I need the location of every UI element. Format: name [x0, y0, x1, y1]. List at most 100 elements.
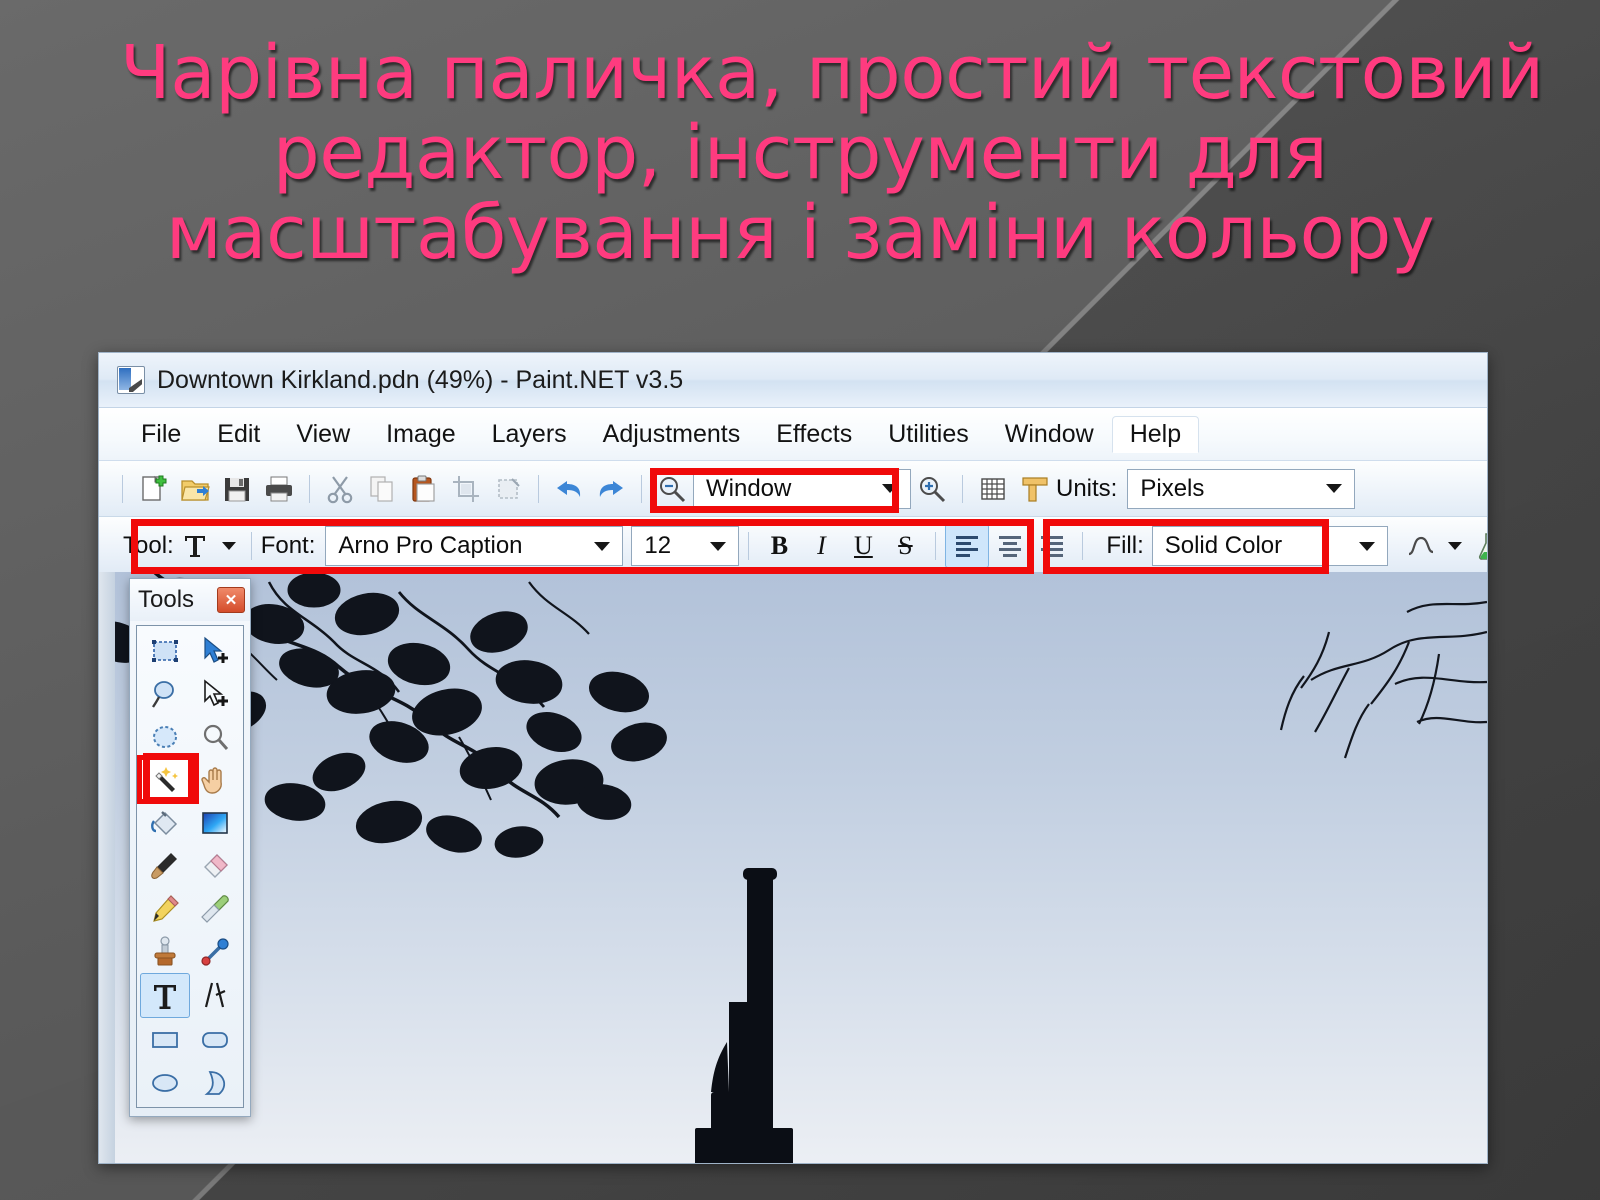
rounded-rectangle-shape-tool[interactable]	[190, 1018, 240, 1061]
freeform-shape-tool[interactable]	[190, 1061, 240, 1104]
font-family-value: Arno Pro Caption	[338, 532, 523, 559]
new-file-icon[interactable]	[132, 468, 174, 510]
ellipse-select-tool[interactable]	[140, 715, 190, 758]
paintnet-icon	[117, 366, 145, 394]
toolbar-separator	[309, 474, 310, 503]
paste-icon[interactable]	[403, 468, 445, 510]
antialiasing-icon[interactable]	[1400, 525, 1442, 567]
menu-image[interactable]: Image	[368, 416, 473, 453]
text-tool[interactable]	[140, 973, 190, 1018]
undo-icon[interactable]	[548, 468, 590, 510]
canvas-left-edge	[99, 572, 115, 1163]
recolor-tool[interactable]	[190, 930, 240, 973]
rectangle-shape-tool[interactable]	[140, 1018, 190, 1061]
page-title: Чарівна паличка, простий текстовий редак…	[120, 30, 1544, 276]
color-picker-tool[interactable]	[190, 887, 240, 930]
save-icon[interactable]	[216, 468, 258, 510]
crop-to-selection-icon[interactable]	[445, 468, 487, 510]
units-combo[interactable]: Pixels	[1127, 468, 1356, 509]
italic-button[interactable]: I	[800, 525, 842, 567]
fill-value: Solid Color	[1164, 532, 1283, 559]
zoom-level-combo[interactable]: Window	[693, 468, 911, 509]
text-tool-icon[interactable]	[174, 525, 216, 567]
chevron-down-icon[interactable]	[882, 484, 898, 493]
move-selection-tool[interactable]	[190, 672, 240, 715]
pencil-tool[interactable]	[140, 887, 190, 930]
window-titlebar: Downtown Kirkland.pdn (49%) - Paint.NET …	[99, 353, 1487, 408]
move-selected-pixels-tool[interactable]	[190, 629, 240, 672]
toolbar-separator	[1082, 532, 1084, 560]
fill-label: Fill:	[1106, 532, 1144, 559]
editor-body: Tools ✕	[99, 572, 1487, 1163]
menu-help[interactable]: Help	[1111, 415, 1200, 453]
zoom-in-icon[interactable]	[911, 468, 953, 510]
underline-button[interactable]: U	[842, 525, 884, 567]
font-label: Font:	[260, 532, 316, 559]
menu-effects[interactable]: Effects	[758, 416, 870, 453]
chevron-down-icon[interactable]	[1326, 484, 1343, 493]
chevron-down-icon[interactable]	[221, 542, 236, 550]
gradient-tool[interactable]	[190, 801, 240, 844]
zoom-out-icon[interactable]	[651, 468, 693, 510]
zoom-level-value: Window	[706, 474, 792, 502]
align-left-icon[interactable]	[945, 524, 990, 568]
font-size-combo[interactable]: 12	[631, 526, 740, 566]
zoom-tool[interactable]	[190, 715, 240, 758]
print-icon[interactable]	[258, 468, 300, 510]
paint-bucket-tool[interactable]	[140, 801, 190, 844]
menu-layers[interactable]: Layers	[474, 416, 585, 453]
paintbrush-tool[interactable]	[140, 844, 190, 887]
open-file-icon[interactable]	[174, 468, 216, 510]
toolbar-separator	[641, 474, 642, 503]
deselect-icon[interactable]	[487, 468, 529, 510]
fill-combo[interactable]: Solid Color	[1151, 526, 1388, 566]
tools-panel-title: Tools	[138, 586, 195, 613]
toolbar-separator	[962, 474, 963, 503]
menu-adjustments[interactable]: Adjustments	[585, 416, 759, 453]
rulers-icon[interactable]	[1014, 468, 1056, 510]
copy-icon[interactable]	[361, 468, 403, 510]
grid-icon[interactable]	[972, 468, 1014, 510]
page-title-line-1: Чарівна паличка, простий текстовий	[120, 30, 1544, 116]
menu-bar: File Edit View Image Layers Adjustments …	[99, 408, 1487, 461]
menu-utilities[interactable]: Utilities	[870, 416, 987, 453]
redo-icon[interactable]	[590, 468, 632, 510]
chevron-down-icon[interactable]	[710, 541, 727, 551]
window-title-text: Downtown Kirkland.pdn (49%) - Paint.NET …	[157, 365, 684, 394]
paintnet-window: Downtown Kirkland.pdn (49%) - Paint.NET …	[98, 352, 1488, 1164]
chevron-down-icon[interactable]	[1358, 541, 1375, 551]
tool-label: Tool:	[123, 532, 174, 559]
menu-file[interactable]: File	[123, 416, 199, 453]
close-icon[interactable]: ✕	[217, 587, 245, 613]
menu-view[interactable]: View	[278, 416, 368, 453]
clone-stamp-tool[interactable]	[140, 930, 190, 973]
line-curve-tool[interactable]	[190, 973, 240, 1016]
lasso-select-tool[interactable]	[140, 672, 190, 715]
magic-wand-tool[interactable]	[137, 755, 193, 804]
menu-window[interactable]: Window	[987, 416, 1112, 453]
strikethrough-button[interactable]: S	[884, 525, 926, 567]
page-title-line-2: редактор, інструменти для	[272, 109, 1328, 196]
bold-button[interactable]: B	[758, 525, 800, 567]
tools-panel-header: Tools ✕	[130, 579, 250, 621]
blend-mode-flask-icon[interactable]	[1468, 525, 1487, 567]
eraser-tool[interactable]	[190, 844, 240, 887]
toolbar-separator	[250, 532, 252, 560]
align-center-icon[interactable]	[989, 525, 1031, 567]
chevron-down-icon[interactable]	[1447, 542, 1462, 550]
menu-edit[interactable]: Edit	[199, 416, 278, 453]
pan-tool[interactable]	[190, 758, 240, 801]
image-canvas[interactable]	[99, 572, 1487, 1163]
ellipse-shape-tool[interactable]	[140, 1061, 190, 1104]
chevron-down-icon[interactable]	[594, 541, 611, 551]
slide-root: Чарівна паличка, простий текстовий редак…	[0, 0, 1600, 1200]
page-title-line-3: масштабування і заміни кольору	[165, 189, 1435, 276]
cut-icon[interactable]	[319, 468, 361, 510]
font-family-combo[interactable]: Arno Pro Caption	[325, 526, 624, 566]
tools-panel: Tools ✕	[129, 578, 251, 1117]
font-size-value: 12	[644, 532, 672, 559]
units-label: Units:	[1056, 474, 1118, 502]
text-tool-options-toolbar: Tool: Font: Arno Pro Caption 12 B I U S	[99, 517, 1487, 576]
rectangle-select-tool[interactable]	[140, 629, 190, 672]
align-right-icon[interactable]	[1031, 525, 1073, 567]
